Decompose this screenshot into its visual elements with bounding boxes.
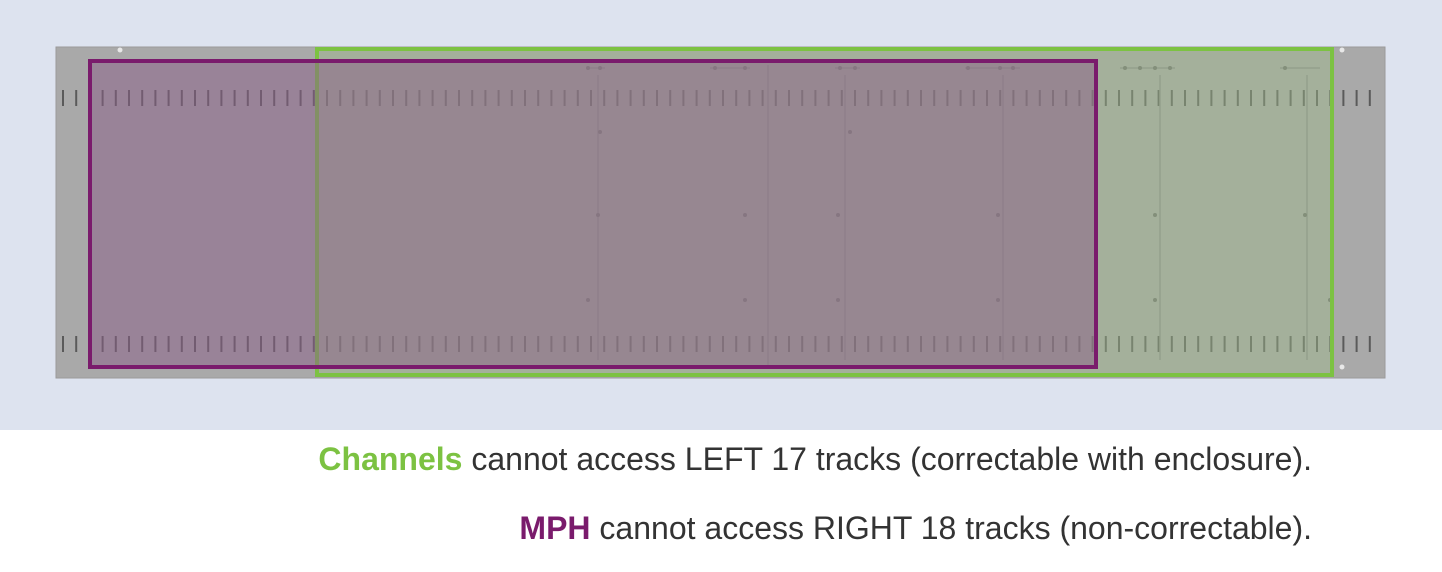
mount-hole — [1339, 364, 1345, 370]
caption-channels-text: cannot access LEFT 17 tracks (correctabl… — [462, 441, 1312, 477]
caption-mph-text: cannot access RIGHT 18 tracks (non-corre… — [590, 510, 1312, 546]
caption-channels-keyword: Channels — [318, 441, 463, 477]
track-panel-diagram — [55, 46, 1386, 379]
diagram-stage — [0, 0, 1442, 430]
caption-mph: MPH cannot access RIGHT 18 tracks (non-c… — [519, 512, 1312, 544]
caption-channels: Channels cannot access LEFT 17 tracks (c… — [318, 443, 1312, 475]
caption-mph-keyword: MPH — [519, 510, 591, 546]
mount-hole — [117, 47, 123, 53]
mount-hole — [1339, 47, 1345, 53]
mph-region — [88, 59, 1098, 369]
